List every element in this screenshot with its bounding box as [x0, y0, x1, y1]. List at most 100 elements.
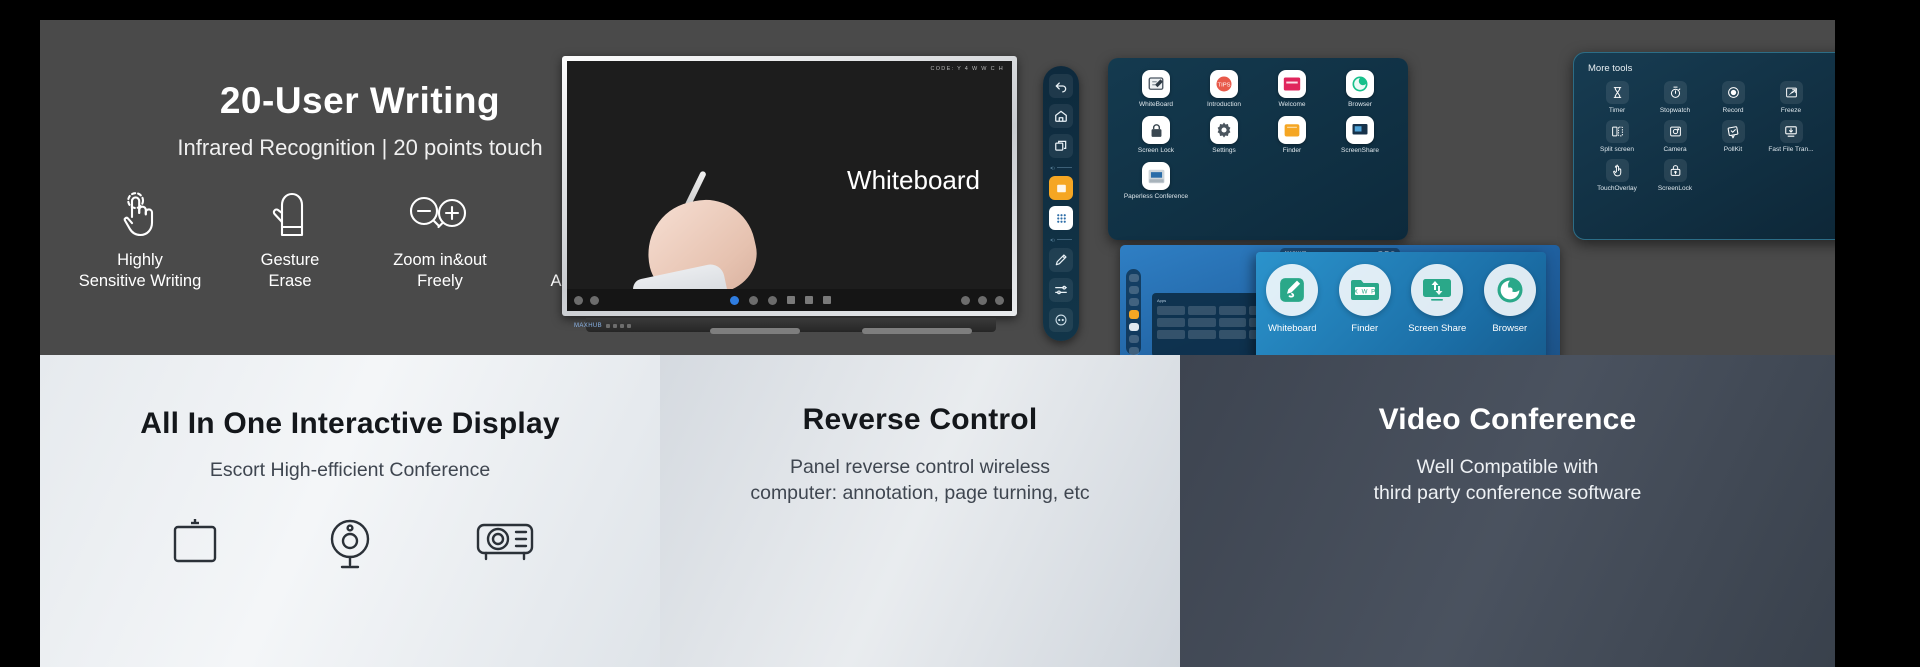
- rail-pen-icon[interactable]: [1128, 334, 1139, 343]
- toolbar-shape-icon[interactable]: [748, 295, 758, 305]
- tips-icon: TIPS: [1210, 70, 1238, 98]
- app-item-finder[interactable]: Finder: [1258, 116, 1326, 154]
- tool-item-timer[interactable]: Timer: [1588, 81, 1646, 114]
- rail-multitask-icon[interactable]: [1128, 298, 1139, 307]
- toolbar-page-icon[interactable]: [822, 296, 831, 304]
- app-item-welcome[interactable]: Welcome: [1258, 70, 1326, 108]
- toolbar-right-group[interactable]: [961, 295, 1004, 305]
- tool-item-crop[interactable]: Crop: [1820, 81, 1835, 114]
- featured-apps-card[interactable]: Whiteboard X W P Finder Screen Share Bro…: [1256, 252, 1546, 355]
- record-icon: [1721, 81, 1745, 104]
- stopwatch-icon: [1663, 81, 1687, 104]
- toolbar-close-icon[interactable]: [995, 295, 1004, 305]
- finder-icon[interactable]: [1049, 176, 1073, 200]
- panel-subtitle: Escort High-efficient Conference: [209, 459, 491, 481]
- tool-item-screen-lock[interactable]: ScreenLock: [1646, 159, 1704, 192]
- tool-item-freeze[interactable]: Freeze: [1762, 81, 1820, 114]
- toolbar-eraser-icon[interactable]: [767, 295, 777, 305]
- app-item-browser[interactable]: Browser: [1326, 70, 1394, 108]
- featured-app-label: Screen Share: [1408, 323, 1467, 334]
- panel-subtitle-line2: computer: annotation, page turning, etc: [750, 481, 1090, 504]
- browser-spiral-icon: [1483, 264, 1536, 316]
- svg-text:X W P: X W P: [1353, 289, 1376, 296]
- gear-icon: [1210, 116, 1238, 144]
- toolbar-select-icon[interactable]: [786, 296, 795, 304]
- settings-sliders-icon[interactable]: [1049, 278, 1073, 302]
- whiteboard-toolbar[interactable]: [567, 289, 1012, 311]
- touch-overlay-icon: [1605, 159, 1629, 182]
- display-bezel: CODE: Y 4 W W C H Whiteboard: [562, 56, 1017, 316]
- panel-subtitle-line1: Well Compatible with: [1416, 456, 1599, 478]
- toolbar-center-group[interactable]: [729, 295, 831, 305]
- side-toolbar[interactable]: ◂)) ◂)): [1043, 66, 1079, 341]
- mini-app[interactable]: [1187, 318, 1216, 327]
- tool-item-record[interactable]: Record: [1704, 81, 1762, 114]
- panel-title: All In One Interactive Display: [140, 407, 560, 440]
- toolbar-grid-icon[interactable]: [804, 296, 813, 304]
- feature-gesture-erase: Gesture Erase: [220, 188, 360, 291]
- feature-zoom-in-out: Zoom in&out Freely: [370, 188, 510, 291]
- svg-text:TIPS: TIPS: [1218, 83, 1231, 89]
- toolbar-pen-icon[interactable]: [729, 295, 739, 305]
- apps-grid[interactable]: WhiteBoard TIPS Introduction Welcome Bro…: [1122, 70, 1394, 200]
- tool-item-touch-overlay[interactable]: TouchOverlay: [1588, 159, 1646, 192]
- featured-app-whiteboard[interactable]: Whiteboard: [1261, 264, 1323, 334]
- whiteboard-device-icon: [160, 515, 230, 577]
- more-icon[interactable]: [1049, 308, 1073, 332]
- mini-app[interactable]: [1218, 330, 1247, 339]
- volume-down-slider[interactable]: ◂)): [1050, 164, 1072, 170]
- featured-app-finder[interactable]: X W P Finder: [1334, 264, 1396, 334]
- multitask-icon[interactable]: [1049, 134, 1073, 158]
- tool-item-stopwatch[interactable]: Stopwatch: [1646, 81, 1704, 114]
- camera-device-icon: [315, 515, 385, 577]
- app-item-introduction[interactable]: TIPS Introduction: [1190, 70, 1258, 108]
- toolbar-share-icon[interactable]: [961, 295, 970, 305]
- rail-home-icon[interactable]: [1128, 286, 1139, 295]
- app-grid-icon[interactable]: [1049, 206, 1073, 230]
- app-item-settings[interactable]: Settings: [1190, 116, 1258, 154]
- mini-app[interactable]: [1157, 306, 1185, 315]
- panel-subtitle-line1: Panel reverse control wireless: [789, 456, 1051, 478]
- tool-label: Timer: [1608, 107, 1626, 114]
- panel-subtitle: Well Compatible with third party confere…: [1180, 455, 1835, 507]
- app-item-screen-lock[interactable]: Screen Lock: [1122, 116, 1190, 154]
- mini-app[interactable]: [1187, 306, 1216, 315]
- featured-app-browser[interactable]: Browser: [1479, 264, 1541, 334]
- home-icon[interactable]: [1049, 104, 1073, 128]
- tool-item-pollkit[interactable]: PollKit: [1704, 120, 1762, 153]
- mini-app[interactable]: [1187, 330, 1216, 339]
- tool-item-split-screen[interactable]: Split screen: [1588, 120, 1646, 153]
- rail-finder-icon[interactable]: [1128, 310, 1139, 319]
- toolbar-left-group[interactable]: [574, 295, 599, 305]
- mini-app[interactable]: [1218, 306, 1247, 315]
- app-item-paperless-conference[interactable]: Paperless Conference: [1122, 162, 1190, 200]
- app-item-screenshare[interactable]: ScreenShare: [1326, 116, 1394, 154]
- folder-icon: [1278, 116, 1306, 144]
- more-tools-grid[interactable]: Timer Stopwatch Record Freeze Split scre…: [1588, 81, 1835, 192]
- mini-app[interactable]: [1218, 318, 1247, 327]
- home-side-rail[interactable]: [1126, 269, 1141, 355]
- app-label: Settings: [1212, 147, 1236, 154]
- apps-launcher-panel[interactable]: WhiteBoard TIPS Introduction Welcome Bro…: [1108, 58, 1408, 240]
- tool-item-fast-file-transfer[interactable]: Fast File Tran...: [1762, 120, 1820, 153]
- app-item-whiteboard[interactable]: WhiteBoard: [1122, 70, 1190, 108]
- pen-icon[interactable]: [1049, 248, 1073, 272]
- back-icon[interactable]: [1049, 74, 1073, 98]
- more-tools-panel[interactable]: More tools Edit Timer Stopw: [1573, 52, 1835, 240]
- mini-app[interactable]: [1157, 318, 1185, 327]
- mini-app[interactable]: [1157, 330, 1185, 339]
- tool-item-calendar[interactable]: Calendar: [1820, 120, 1835, 153]
- volume-up-slider[interactable]: ◂)): [1050, 236, 1072, 242]
- tool-label: Stopwatch: [1659, 107, 1691, 114]
- feature-label: Zoom in&out Freely: [393, 251, 487, 290]
- toolbar-undo-icon[interactable]: [590, 295, 599, 305]
- toolbar-save-icon[interactable]: [978, 295, 987, 305]
- rail-apps-icon[interactable]: [1128, 322, 1139, 331]
- app-label: Introduction: [1207, 101, 1241, 108]
- tool-label: Record: [1722, 107, 1744, 114]
- featured-app-screen-share[interactable]: Screen Share: [1406, 264, 1468, 334]
- rail-more-icon[interactable]: [1128, 346, 1139, 355]
- tool-item-camera[interactable]: Camera: [1646, 120, 1704, 153]
- rail-back-icon[interactable]: [1128, 274, 1139, 283]
- toolbar-menu-icon[interactable]: [574, 295, 583, 305]
